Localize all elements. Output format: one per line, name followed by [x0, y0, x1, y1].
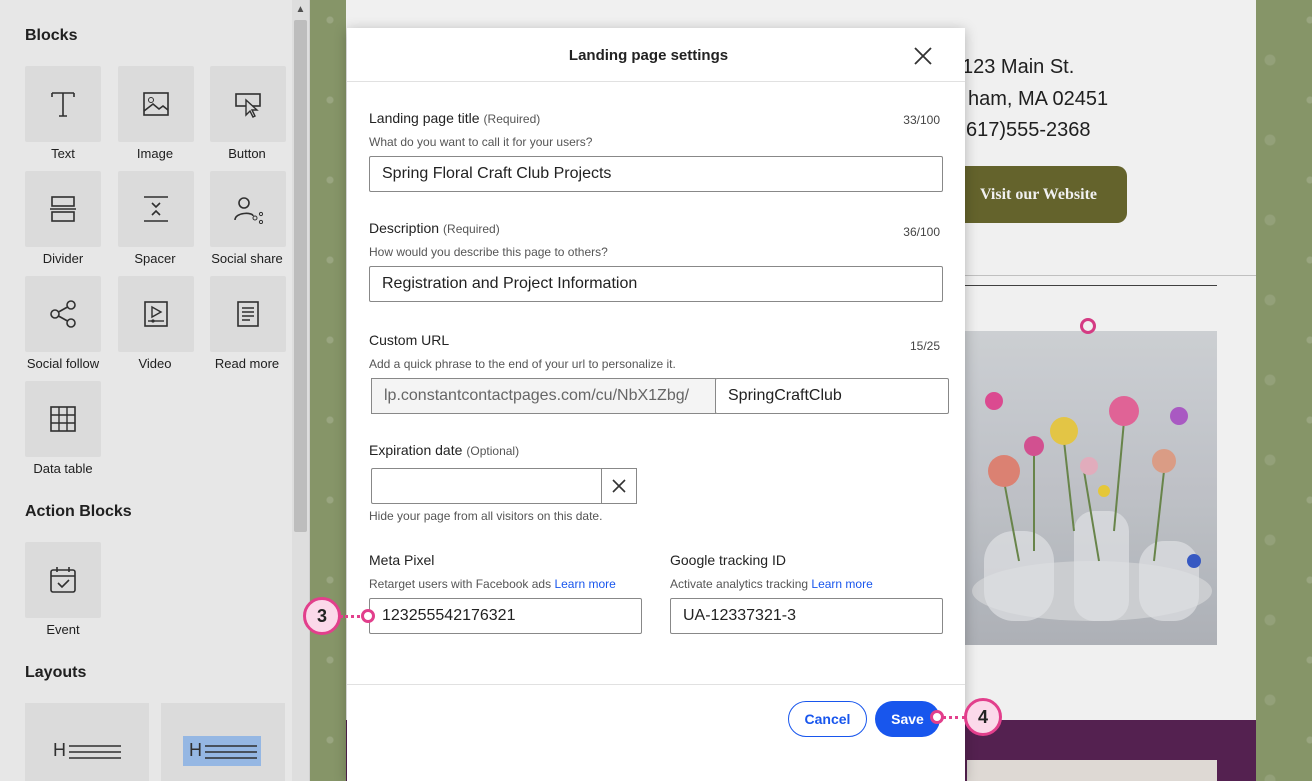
- callout-step-3: 3: [303, 597, 341, 635]
- google-tracking-label: Google tracking ID: [670, 552, 786, 568]
- clear-date-button[interactable]: [601, 468, 637, 504]
- callout-target-dot: [930, 710, 944, 724]
- close-icon: [914, 47, 932, 65]
- cancel-button[interactable]: Cancel: [788, 701, 867, 737]
- title-label-text: Landing page title: [369, 110, 480, 126]
- description-field-help: How would you describe this page to othe…: [369, 245, 608, 259]
- google-tracking-learn-more-link[interactable]: Learn more: [811, 577, 872, 591]
- dialog-footer: Cancel Save: [347, 684, 965, 781]
- landing-page-settings-dialog: Landing page settings Landing page title…: [347, 28, 965, 781]
- description-char-count: 36/100: [903, 225, 940, 239]
- callout-connector: [942, 716, 966, 719]
- close-button[interactable]: [911, 44, 935, 68]
- expiration-label-text: Expiration date: [369, 442, 463, 458]
- google-tracking-help-text: Activate analytics tracking: [670, 577, 809, 591]
- description-input[interactable]: [369, 266, 943, 302]
- dialog-title: Landing page settings: [568, 47, 729, 64]
- custom-url-help: Add a quick phrase to the end of your ur…: [369, 357, 676, 371]
- google-tracking-input[interactable]: [670, 598, 943, 634]
- meta-pixel-label: Meta Pixel: [369, 552, 435, 568]
- meta-pixel-learn-more-link[interactable]: Learn more: [554, 577, 615, 591]
- callout-step-4: 4: [964, 698, 1002, 736]
- optional-tag: (Optional): [466, 444, 520, 458]
- callout-target-dot: [361, 609, 375, 623]
- dialog-header: Landing page settings: [347, 28, 965, 82]
- required-tag: (Required): [483, 112, 541, 126]
- custom-url-input[interactable]: [715, 378, 949, 414]
- google-tracking-help: Activate analytics tracking Learn more: [670, 577, 873, 591]
- url-prefix: lp.constantcontactpages.com/cu/NbX1Zbg/: [371, 378, 716, 414]
- meta-pixel-input[interactable]: [369, 598, 642, 634]
- close-icon: [612, 479, 626, 493]
- meta-pixel-help: Retarget users with Facebook ads Learn m…: [369, 577, 616, 591]
- url-char-count: 15/25: [909, 339, 940, 353]
- expiration-date-input[interactable]: [371, 468, 602, 504]
- expiration-date-label: Expiration date (Optional): [369, 442, 519, 458]
- expiration-help: Hide your page from all visitors on this…: [369, 509, 603, 523]
- meta-pixel-help-text: Retarget users with Facebook ads: [369, 577, 552, 591]
- title-field-help: What do you want to call it for your use…: [369, 135, 593, 149]
- description-label-text: Description: [369, 220, 440, 236]
- custom-url-label: Custom URL: [369, 332, 450, 348]
- title-field-label: Landing page title (Required): [369, 110, 540, 126]
- description-field-label: Description (Required): [369, 220, 500, 236]
- title-char-count: 33/100: [903, 113, 940, 127]
- landing-page-title-input[interactable]: [369, 156, 943, 192]
- required-tag: (Required): [443, 222, 500, 236]
